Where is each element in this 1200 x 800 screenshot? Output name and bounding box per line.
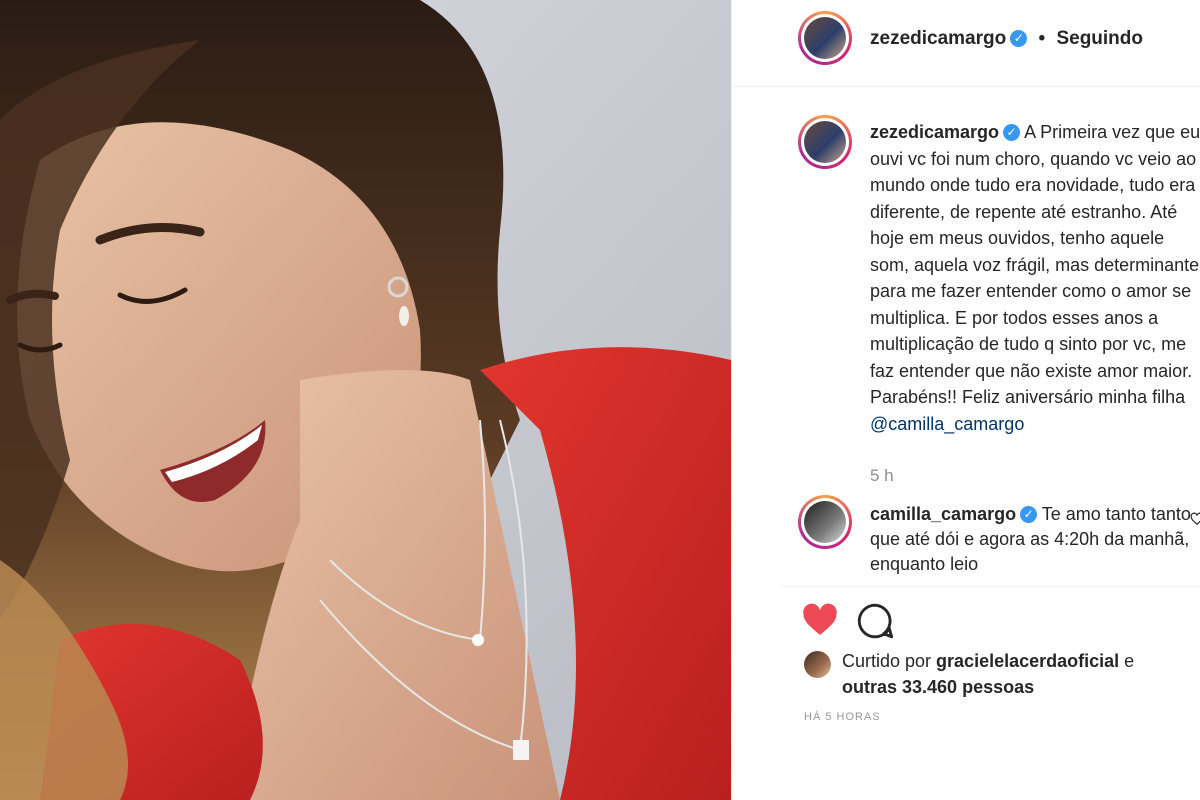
likes-others-link[interactable]: outras 33.460 pessoas: [842, 677, 1034, 697]
likes-summary: Curtido por gracielelacerdaoficial e out…: [842, 648, 1192, 700]
likes-middle: e: [1119, 651, 1135, 671]
comment-bubble-icon[interactable]: [856, 602, 894, 640]
post-header: zezedicamargo ✓ • Seguindo: [732, 0, 1200, 87]
comment: camilla_camargo ✓ Te amo tanto tanto que …: [870, 502, 1195, 574]
author-username[interactable]: zezedicamargo: [870, 28, 1006, 49]
actions-divider: [782, 586, 1200, 587]
heart-filled-icon[interactable]: [802, 603, 838, 637]
liker-username[interactable]: gracielelacerdaoficial: [936, 651, 1119, 671]
follow-separator: •: [1038, 28, 1046, 49]
likes-prefix: Curtido por: [842, 651, 937, 671]
author-avatar[interactable]: [798, 11, 852, 65]
comment-username[interactable]: camilla_camargo: [870, 504, 1016, 524]
caption-text: A Primeira vez que eu ouvi vc foi num ch…: [870, 122, 1200, 407]
post-timestamp[interactable]: HÁ 5 HORAS: [804, 711, 881, 723]
liker-avatar[interactable]: [804, 651, 831, 678]
comment-verified-badge-icon: ✓: [1020, 506, 1038, 523]
caption-username[interactable]: zezedicamargo: [870, 122, 999, 142]
post-photo-image: [0, 0, 731, 800]
following-button[interactable]: Seguindo: [1056, 28, 1143, 49]
heart-outline-icon[interactable]: [1190, 512, 1200, 526]
header-user-line: zezedicamargo ✓ • Seguindo: [870, 28, 1143, 50]
verified-badge-icon: ✓: [1010, 30, 1028, 47]
post-photo[interactable]: [0, 0, 731, 800]
post-details-panel: zezedicamargo ✓ • Seguindo zezedicamargo ✓…: [731, 0, 1200, 800]
caption-mention-link[interactable]: @camilla_camargo: [870, 414, 1024, 434]
caption-verified-badge-icon: ✓: [1003, 124, 1021, 141]
post-caption: zezedicamargo ✓ A Primeira vez que eu ouv…: [870, 119, 1200, 437]
caption-time[interactable]: 5 h: [870, 466, 894, 486]
caption-author-avatar[interactable]: [798, 115, 852, 169]
commenter-avatar[interactable]: [798, 495, 852, 549]
